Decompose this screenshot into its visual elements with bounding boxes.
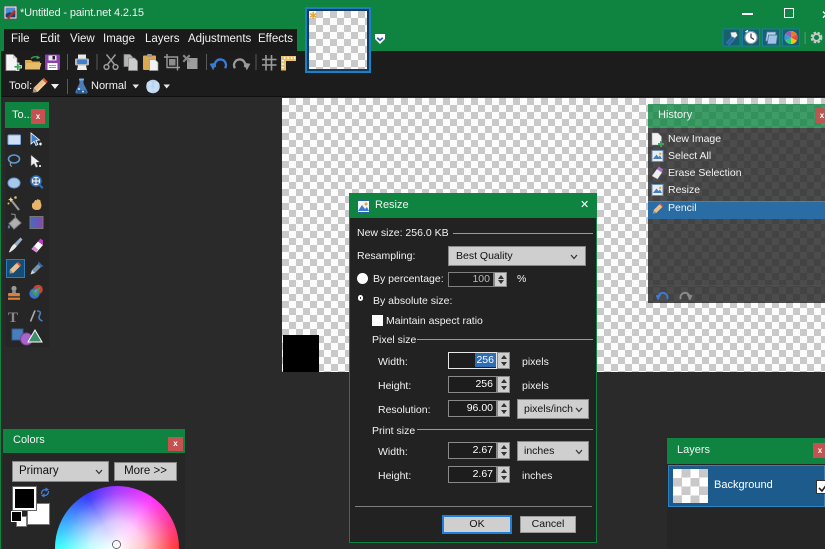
svg-text:T: T	[8, 310, 18, 326]
